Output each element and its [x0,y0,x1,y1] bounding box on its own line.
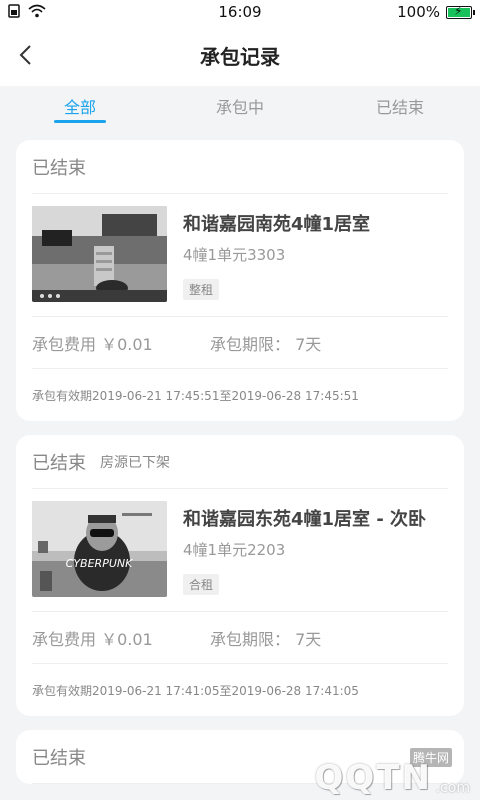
tab-label: 全部 [63,98,96,117]
fee-label: 承包费用 [32,334,97,354]
card-header: 已结束 房源已下架 [32,435,448,489]
house-unit: 4幢1单元3303 [183,246,286,264]
record-status: 已结束 [32,452,86,474]
status-bar: 16:09 100% ⚡ [0,0,480,24]
record-list: 已结束 和谐嘉园南苑4幢1居室 4幢1单元3303 整租 承包费用 ￥0.01 … [0,128,480,784]
fee-value: ￥0.01 [101,334,153,354]
watermark-suffix: .com [435,780,470,796]
room-info: 和谐嘉园东苑4幢1居室 - 次卧 4幢1单元2203 合租 [183,501,448,597]
tab-in-progress[interactable]: 承包中 [160,86,320,128]
room-info: 和谐嘉园南苑4幢1居室 4幢1单元3303 整租 [183,206,448,302]
fee-label: 承包费用 [32,629,97,649]
watermark-logo-text: QQTN [314,758,432,798]
tab-all[interactable]: 全部 [0,86,160,128]
card-fees: 承包费用 ￥0.01 承包期限： 7天 [32,612,448,664]
house-unit: 4幢1单元2203 [183,541,286,559]
term-label: 承包期限： [210,629,291,649]
rental-type-tag: 合租 [183,574,220,595]
tab-label: 已结束 [375,98,424,117]
app-header: 承包记录 [0,24,480,86]
card-body: 和谐嘉园南苑4幢1居室 4幢1单元3303 整租 [32,194,448,317]
site-watermark: 腾牛网 QQTN .com [272,748,472,798]
house-name: 和谐嘉园东苑4幢1居室 - 次卧 [183,509,427,530]
room-photo [32,206,167,302]
battery-icon: ⚡ [446,3,475,19]
rental-type-tag: 整租 [183,279,220,300]
term-info: 承包期限： 7天 [210,331,321,355]
validity-period: 承包有效期2019-06-21 17:41:05至2019-06-28 17:4… [32,683,359,698]
validity-period: 承包有效期2019-06-21 17:45:51至2019-06-28 17:4… [32,388,359,403]
record-card[interactable]: 已结束 房源已下架 CYBERPUNK 和谐嘉园东苑4幢1居室 - 次卧 4幢1… [16,435,464,716]
svg-text:CYBERPUNK: CYBERPUNK [66,557,133,570]
tab-label: 承包中 [215,98,264,117]
record-status: 已结束 [32,747,86,769]
card-header: 已结束 [32,140,448,194]
room-photo: CYBERPUNK [32,501,167,597]
record-status: 已结束 [32,157,86,179]
page-title: 承包记录 [200,44,280,69]
tab-ended[interactable]: 已结束 [320,86,480,128]
term-value: 7天 [295,334,322,354]
back-button[interactable] [10,40,40,70]
fee-info: 承包费用 ￥0.01 [32,626,210,650]
status-icons-right: 100% ⚡ [397,3,475,21]
active-tab-indicator [54,120,106,123]
listing-status-note: 房源已下架 [100,454,170,471]
fee-info: 承包费用 ￥0.01 [32,331,210,355]
term-value: 7天 [295,629,322,649]
record-card[interactable]: 已结束 [16,140,464,421]
chevron-left-icon [19,45,31,65]
house-name: 和谐嘉园南苑4幢1居室 [183,214,371,235]
card-body: CYBERPUNK 和谐嘉园东苑4幢1居室 - 次卧 4幢1单元2203 合租 [32,489,448,612]
charging-bolt-icon: ⚡ [454,3,463,18]
term-info: 承包期限： 7天 [210,626,321,650]
term-label: 承包期限： [210,334,291,354]
fee-value: ￥0.01 [101,629,153,649]
filter-tabs: 全部 承包中 已结束 [0,86,480,128]
card-fees: 承包费用 ￥0.01 承包期限： 7天 [32,317,448,369]
battery-percent: 100% [397,3,440,21]
